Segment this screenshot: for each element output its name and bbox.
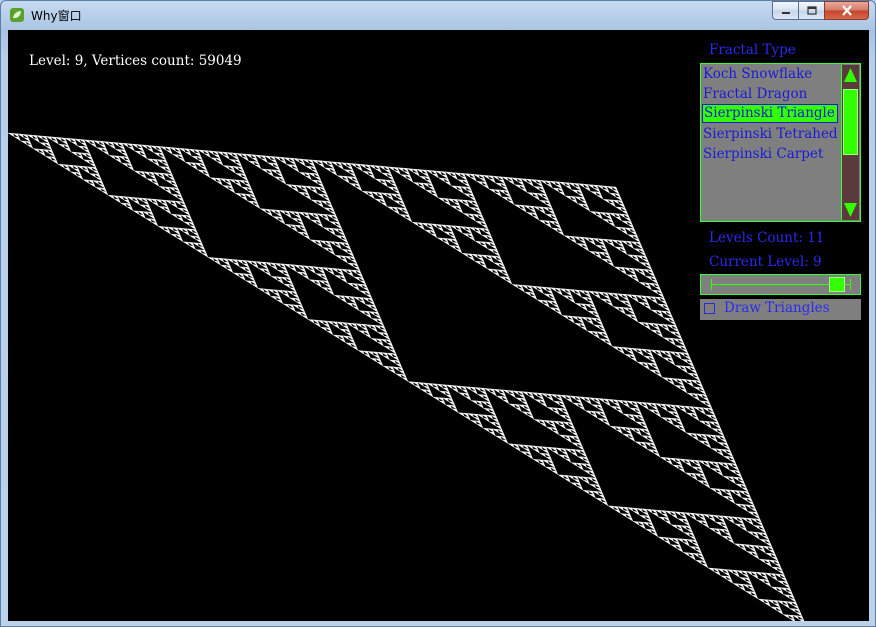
- app-leaf-icon: [10, 8, 24, 22]
- list-item-koch-snowflake[interactable]: Koch Snowflake: [702, 65, 838, 84]
- listbox-scrollbar[interactable]: [841, 65, 859, 220]
- fractal-type-label: Fractal Type: [709, 42, 796, 58]
- minimize-button[interactable]: [772, 1, 798, 20]
- scroll-up-arrow-icon[interactable]: [843, 66, 858, 84]
- slider-thumb[interactable]: [829, 277, 845, 292]
- maximize-icon: [806, 6, 817, 15]
- draw-triangles-checkbox-row[interactable]: Draw Triangles: [700, 299, 861, 320]
- list-item-sierpinski-triangle[interactable]: Sierpinski Triangle: [702, 104, 838, 123]
- scroll-down-arrow-icon[interactable]: [843, 201, 858, 219]
- slider-tick-min: [711, 279, 712, 290]
- levels-count-label: Levels Count: 11: [709, 230, 825, 246]
- close-button[interactable]: [824, 1, 869, 20]
- close-icon: [841, 5, 852, 16]
- draw-triangles-label[interactable]: Draw Triangles: [724, 300, 830, 316]
- maximize-button[interactable]: [798, 1, 824, 20]
- current-level-label: Current Level: 9: [709, 254, 822, 270]
- draw-triangles-checkbox[interactable]: [704, 303, 715, 314]
- minimize-icon: [781, 11, 790, 14]
- status-text: Level: 9, Vertices count: 59049: [29, 53, 242, 69]
- list-item-sierpinski-carpet[interactable]: Sierpinski Carpet: [702, 145, 838, 164]
- window-title: Why窗口: [31, 9, 82, 23]
- fractal-type-listbox[interactable]: Koch Snowflake Fractal Dragon Sierpinski…: [700, 63, 861, 222]
- slider-tick-max: [850, 279, 851, 290]
- scrollbar-thumb[interactable]: [843, 89, 858, 155]
- title-bar[interactable]: Why窗口: [1, 1, 875, 29]
- list-item-fractal-dragon[interactable]: Fractal Dragon: [702, 85, 838, 104]
- level-slider[interactable]: [700, 274, 861, 295]
- app-window: Why窗口 Level: 9, Vertices count: 59049 Fr…: [0, 0, 876, 627]
- fractal-triangles: [8, 132, 805, 621]
- list-item-sierpinski-tetrahedron[interactable]: Sierpinski Tetrahedron: [702, 125, 838, 144]
- render-canvas[interactable]: Level: 9, Vertices count: 59049 Fractal …: [8, 30, 869, 621]
